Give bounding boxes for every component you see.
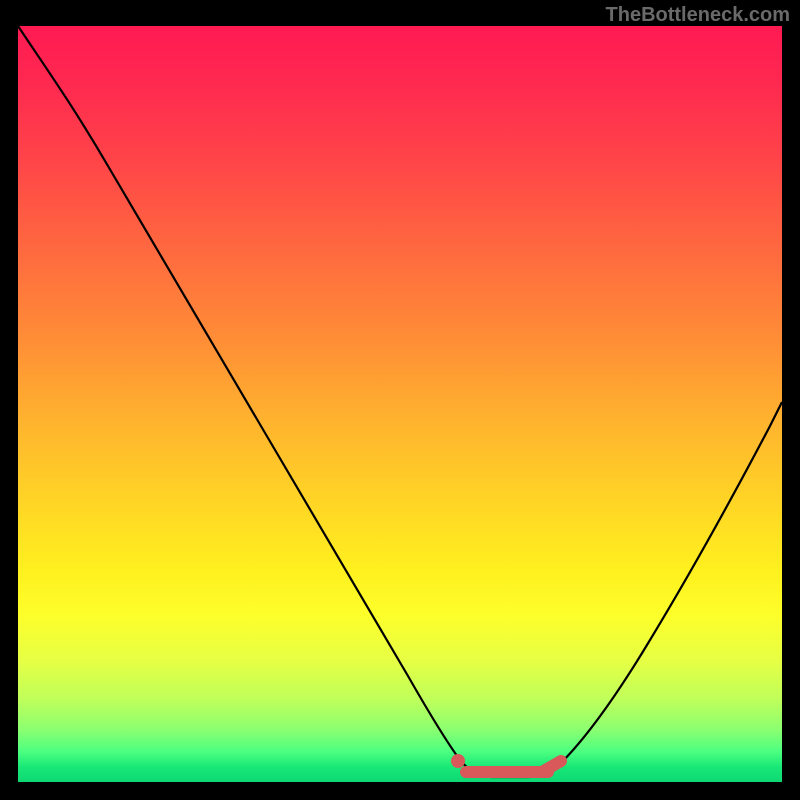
watermark-text: TheBottleneck.com	[606, 4, 790, 27]
marker-start-dot	[451, 754, 465, 768]
chart-curve	[18, 26, 782, 777]
chart-svg	[18, 26, 782, 782]
marker-segment-tail	[542, 761, 561, 772]
plot-area	[18, 26, 782, 782]
